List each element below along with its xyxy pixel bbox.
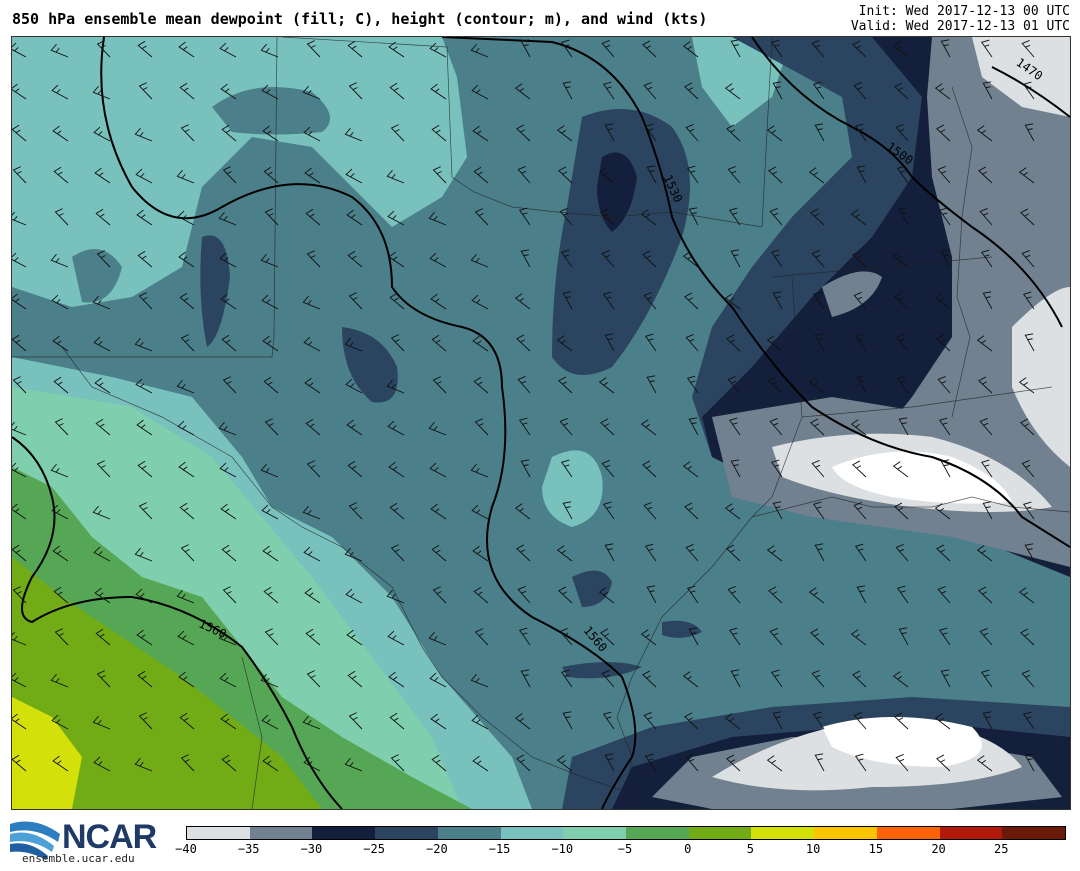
colorbar [186, 826, 1066, 840]
colorbar-tick-label: 10 [805, 842, 821, 856]
chart-title: 850 hPa ensemble mean dewpoint (fill; C)… [12, 10, 708, 28]
colorbar-tick-label: 0 [684, 842, 692, 856]
colorbar-tick-label: 20 [931, 842, 946, 856]
colorbar-swatch [563, 827, 627, 839]
colorbar-swatch [814, 827, 877, 839]
colorbar-swatch [312, 827, 376, 839]
valid-time: Valid: Wed 2017-12-13 01 UTC [850, 19, 1070, 34]
colorbar-tick-label: −20 [426, 842, 448, 856]
colorbar-tick-label: 25 [994, 842, 1009, 856]
colorbar-tick-label: 5 [746, 842, 755, 856]
colorbar-tick-label: 15 [868, 842, 884, 856]
colorbar-tick-label: −25 [363, 842, 385, 856]
colorbar-tick-label: −5 [617, 842, 633, 856]
colorbar-swatch [249, 827, 313, 839]
colorbar-ticks: −40 −35 −30 −25 −20 −15 −10 −5 0 5 10 15 20 25 [175, 842, 1064, 858]
colorbar-swatch [187, 827, 250, 839]
colorbar-swatch [1002, 827, 1066, 839]
init-time: Init: Wed 2017-12-13 00 UTC [858, 4, 1070, 19]
colorbar-swatch [626, 827, 689, 839]
site-url: ensemble.ucar.edu [22, 852, 135, 865]
weather-map[interactable]: 1470 1500 1530 1560 1560 [11, 36, 1071, 810]
colorbar-tick-label: −35 [237, 842, 260, 856]
colorbar-tick-label: −30 [300, 842, 323, 856]
colorbar-swatch [939, 827, 1003, 839]
colorbar-swatch [437, 827, 501, 839]
colorbar-tick-label: −40 [175, 842, 197, 856]
colorbar-swatch [375, 827, 438, 839]
colorbar-swatch [751, 827, 815, 839]
colorbar-swatch [688, 827, 752, 839]
colorbar-swatch [500, 827, 564, 839]
colorbar-tick-label: −15 [488, 842, 511, 856]
colorbar-tick-label: −10 [551, 842, 574, 856]
map-canvas: 1470 1500 1530 1560 1560 [12, 37, 1070, 809]
colorbar-swatch [876, 827, 940, 839]
